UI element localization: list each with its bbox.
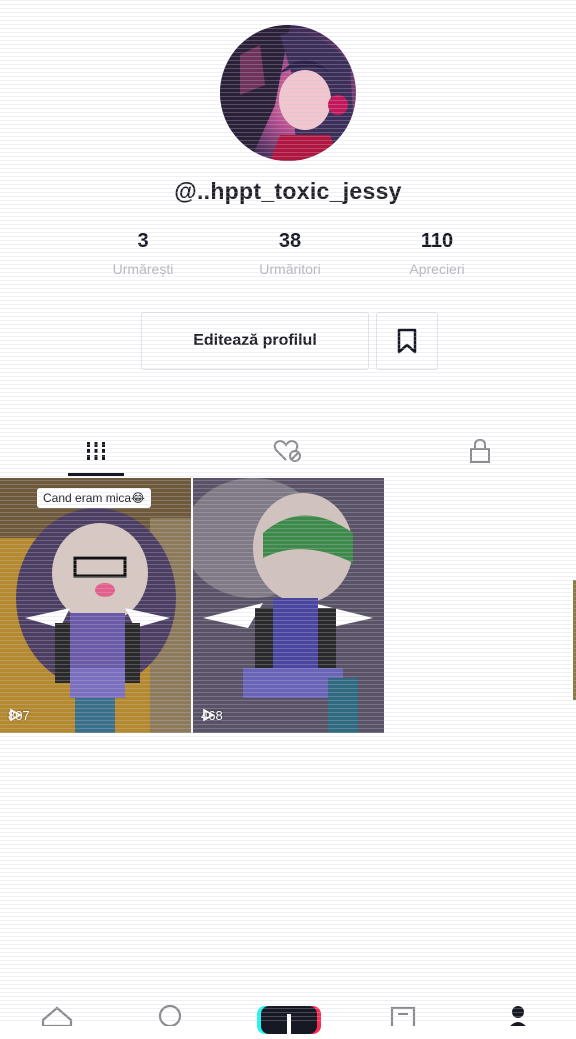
lock-icon [470, 438, 490, 463]
view-count: 468 [201, 708, 223, 723]
video-thumbnail[interactable]: 468 [193, 478, 384, 733]
tab-selected-indicator [68, 473, 124, 476]
likes-count: 110 [420, 230, 454, 252]
followers-count: 38 [278, 230, 302, 252]
edit-profile-button[interactable]: Editează profilul [141, 312, 369, 370]
video-thumbnail-image [193, 478, 384, 733]
grid-icon [85, 442, 107, 460]
profile-tabs [0, 428, 576, 478]
video-caption: Cand eram mica😂 [37, 488, 152, 508]
liked-hidden-icon [273, 440, 301, 462]
view-count: 807 [8, 708, 30, 723]
nav-profile[interactable] [498, 1002, 538, 1026]
profile-username: @..hppt_toxic_jessy [174, 178, 402, 204]
home-icon [41, 1006, 73, 1026]
create-plus-icon [287, 1014, 291, 1034]
avatar-illustration [220, 25, 356, 161]
stat-likes[interactable]: 110 Aprecieri [367, 230, 507, 277]
tab-liked[interactable] [192, 428, 384, 474]
nav-home[interactable] [37, 1002, 77, 1026]
play-icon [203, 708, 215, 722]
video-thumbnail[interactable]: Cand eram mica😂 807 [0, 478, 191, 733]
nav-discover[interactable] [150, 1002, 190, 1026]
following-label: Urmărești [112, 261, 174, 277]
stat-followers[interactable]: 38 Urmăritori [220, 230, 360, 277]
bookmark-icon [397, 328, 417, 354]
video-thumbnail-image [0, 478, 191, 733]
likes-label: Aprecieri [409, 261, 465, 277]
profile-stats: 3 Urmărești 38 Urmăritori 110 Aprecieri [0, 230, 576, 290]
following-count: 3 [137, 230, 149, 252]
profile-avatar[interactable] [220, 25, 356, 161]
bookmarks-button[interactable] [376, 312, 438, 370]
profile-icon [510, 1006, 526, 1026]
bottom-navigation [0, 996, 576, 1034]
inbox-icon [390, 1006, 416, 1026]
stat-following[interactable]: 3 Urmărești [73, 230, 213, 277]
tab-videos[interactable] [0, 428, 192, 474]
tab-private[interactable] [384, 428, 576, 474]
discover-icon [158, 1004, 182, 1026]
play-icon [10, 708, 22, 722]
nav-inbox[interactable] [383, 1002, 423, 1026]
followers-label: Urmăritori [259, 261, 321, 277]
create-button[interactable] [261, 1006, 317, 1034]
